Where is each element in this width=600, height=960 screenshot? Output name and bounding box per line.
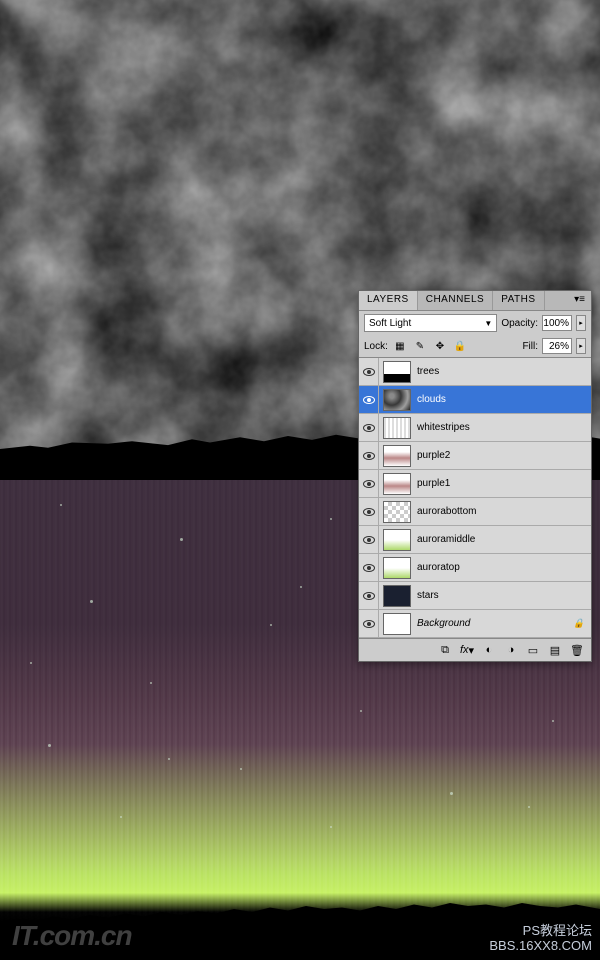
layers-panel: LAYERS CHANNELS PATHS ▾≡ Soft Light ▼ Op… xyxy=(358,290,592,662)
layer-name-label[interactable]: trees xyxy=(415,366,591,377)
layer-row[interactable]: auroramiddle xyxy=(359,526,591,554)
lock-position-icon[interactable]: ✥ xyxy=(432,338,448,354)
layer-thumbnail[interactable] xyxy=(383,529,411,551)
layer-thumbnail[interactable] xyxy=(383,361,411,383)
panel-footer: ⧉ fx▾ ◐ ◑ ▭ ▤ 🗑 xyxy=(359,638,591,661)
layer-name-label[interactable]: stars xyxy=(415,590,591,601)
eye-icon xyxy=(363,508,375,516)
dropdown-arrow-icon: ▼ xyxy=(484,319,492,328)
eye-icon xyxy=(363,592,375,600)
layer-name-label[interactable]: clouds xyxy=(415,394,591,405)
layer-name-label[interactable]: purple2 xyxy=(415,450,591,461)
eye-icon xyxy=(363,452,375,460)
layer-mask-icon[interactable]: ◐ xyxy=(479,642,499,658)
delete-layer-icon[interactable]: 🗑 xyxy=(567,642,587,658)
layer-row[interactable]: clouds xyxy=(359,386,591,414)
lock-row: Lock: ▦ ✎ ✥ 🔒 Fill: 26% ▸ xyxy=(359,335,591,358)
layer-visibility-toggle[interactable] xyxy=(359,498,379,526)
opacity-label: Opacity: xyxy=(501,318,538,329)
adjustment-layer-icon[interactable]: ◑ xyxy=(501,642,521,658)
layer-list: trees clouds whitestripes purple2 purple1 aur… xyxy=(359,358,591,638)
layer-thumbnail[interactable] xyxy=(383,557,411,579)
panel-menu-icon[interactable]: ▾≡ xyxy=(568,291,591,310)
watermark-right-line1: PS教程论坛 xyxy=(489,923,592,939)
blend-mode-row: Soft Light ▼ Opacity: 100% ▸ xyxy=(359,311,591,335)
layer-row[interactable]: auroratop xyxy=(359,554,591,582)
panel-tabs: LAYERS CHANNELS PATHS ▾≡ xyxy=(359,291,591,311)
layer-thumbnail[interactable] xyxy=(383,417,411,439)
layer-thumbnail[interactable] xyxy=(383,473,411,495)
lock-label: Lock: xyxy=(364,341,388,352)
tab-channels[interactable]: CHANNELS xyxy=(418,291,493,310)
layer-row[interactable]: trees xyxy=(359,358,591,386)
tab-layers[interactable]: LAYERS xyxy=(359,291,418,310)
lock-all-icon[interactable]: 🔒 xyxy=(452,338,468,354)
layer-name-label[interactable]: aurorabottom xyxy=(415,506,591,517)
layer-row[interactable]: purple2 xyxy=(359,442,591,470)
opacity-flyout-icon[interactable]: ▸ xyxy=(576,315,586,331)
layer-visibility-toggle[interactable] xyxy=(359,442,379,470)
opacity-input[interactable]: 100% xyxy=(542,315,572,331)
eye-icon xyxy=(363,620,375,628)
layer-effects-icon[interactable]: fx▾ xyxy=(457,642,477,658)
fill-flyout-icon[interactable]: ▸ xyxy=(576,338,586,354)
eye-icon xyxy=(363,396,375,404)
layer-row[interactable]: aurorabottom xyxy=(359,498,591,526)
layer-thumbnail[interactable] xyxy=(383,613,411,635)
layer-visibility-toggle[interactable] xyxy=(359,582,379,610)
layer-thumbnail[interactable] xyxy=(383,501,411,523)
layer-visibility-toggle[interactable] xyxy=(359,414,379,442)
watermark-right: PS教程论坛 BBS.16XX8.COM xyxy=(489,923,592,954)
eye-icon xyxy=(363,564,375,572)
lock-badge-icon: 🔒 xyxy=(573,618,587,629)
watermark-left: IT.com.cn xyxy=(12,920,132,952)
eye-icon xyxy=(363,536,375,544)
layer-name-label[interactable]: Background xyxy=(415,618,573,629)
blend-mode-select[interactable]: Soft Light ▼ xyxy=(364,314,497,332)
eye-icon xyxy=(363,368,375,376)
layer-name-label[interactable]: auroramiddle xyxy=(415,534,591,545)
layer-row[interactable]: purple1 xyxy=(359,470,591,498)
layer-thumbnail[interactable] xyxy=(383,585,411,607)
layer-thumbnail[interactable] xyxy=(383,445,411,467)
eye-icon xyxy=(363,424,375,432)
blend-mode-value: Soft Light xyxy=(369,318,411,329)
layer-visibility-toggle[interactable] xyxy=(359,386,379,414)
fill-label: Fill: xyxy=(522,341,538,352)
fill-input[interactable]: 26% xyxy=(542,338,572,354)
layer-visibility-toggle[interactable] xyxy=(359,610,379,638)
lock-pixels-icon[interactable]: ✎ xyxy=(412,338,428,354)
layer-thumbnail[interactable] xyxy=(383,389,411,411)
layer-visibility-toggle[interactable] xyxy=(359,470,379,498)
layer-row[interactable]: stars xyxy=(359,582,591,610)
layer-visibility-toggle[interactable] xyxy=(359,358,379,386)
layer-name-label[interactable]: auroratop xyxy=(415,562,591,573)
layer-visibility-toggle[interactable] xyxy=(359,526,379,554)
layer-visibility-toggle[interactable] xyxy=(359,554,379,582)
layer-name-label[interactable]: whitestripes xyxy=(415,422,591,433)
layer-name-label[interactable]: purple1 xyxy=(415,478,591,489)
link-layers-icon[interactable]: ⧉ xyxy=(435,642,455,658)
eye-icon xyxy=(363,480,375,488)
new-layer-icon[interactable]: ▤ xyxy=(545,642,565,658)
tab-paths[interactable]: PATHS xyxy=(493,291,544,310)
watermark-right-line2: BBS.16XX8.COM xyxy=(489,938,592,954)
layer-row[interactable]: whitestripes xyxy=(359,414,591,442)
lock-transparency-icon[interactable]: ▦ xyxy=(392,338,408,354)
layer-group-icon[interactable]: ▭ xyxy=(523,642,543,658)
layer-row[interactable]: Background🔒 xyxy=(359,610,591,638)
